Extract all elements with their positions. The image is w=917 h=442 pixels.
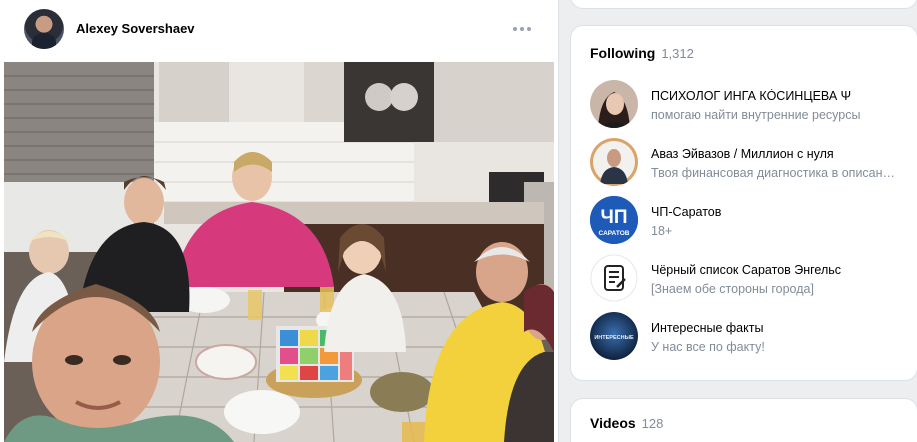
family-photo-illustration [4, 62, 554, 442]
following-header[interactable]: Following 1,312 [590, 45, 694, 61]
following-block: Following 1,312 ПСИХОЛОГ ИНГА КО́СИНЦЕВА … [571, 26, 917, 380]
videos-header[interactable]: Videos 128 [590, 415, 663, 431]
following-item-black-list[interactable]: Чёрный список Саратов Энгельс [Знаем обе… [590, 254, 910, 302]
following-item-name: ПСИХОЛОГ ИНГА КО́СИНЦЕВА Ψ [651, 89, 852, 103]
following-item-desc: помогаю найти внутренние ресурсы [651, 108, 861, 122]
following-item-psychologist[interactable]: ПСИХОЛОГ ИНГА КО́СИНЦЕВА Ψ помогаю найти… [590, 80, 910, 128]
videos-title: Videos [590, 415, 636, 431]
facts-logo-text: ИНТЕРЕСНЫЕ [594, 335, 634, 341]
following-item-name: Аваз Эйвазов / Миллион с нуля [651, 147, 834, 161]
list-logo-icon [590, 254, 638, 302]
following-title: Following [590, 45, 656, 61]
following-item-desc: 18+ [651, 224, 673, 238]
post-author-name[interactable]: Alexey Sovershaev [76, 21, 195, 36]
following-item-desc: Твоя финансовая диагностика в описании [651, 166, 896, 180]
following-item-name: Чёрный список Саратов Энгельс [651, 263, 842, 277]
chp-logo-text: ЧП [600, 207, 627, 228]
chp-logo-subtext: САРАТОВ [599, 230, 630, 237]
videos-count: 128 [641, 416, 664, 431]
following-item-name: Интересные факты [651, 321, 764, 335]
post-photo[interactable] [4, 62, 554, 442]
following-item-chp-saratov[interactable]: ЧП САРАТОВ ЧП-Саратов 18+ [590, 196, 910, 244]
sidebar-top-card [571, 0, 917, 8]
videos-block: Videos 128 [571, 399, 917, 442]
following-item-name: ЧП-Саратов [651, 205, 722, 219]
following-item-desc: [Знаем обе стороны города] [651, 282, 814, 296]
chp-saratov-logo-icon: ЧП САРАТОВ [590, 196, 638, 244]
post-header: Alexey Sovershaev [0, 0, 558, 60]
avatar [590, 80, 638, 128]
author-avatar[interactable] [24, 9, 64, 49]
avatar [590, 138, 638, 186]
facts-logo-icon: ИНТЕРЕСНЫЕ [590, 312, 638, 360]
more-options-icon[interactable] [510, 20, 534, 38]
post-card: Alexey Sovershaev [0, 0, 558, 442]
following-item-desc: У нас все по факту! [651, 340, 765, 354]
following-item-interesting-facts[interactable]: ИНТЕРЕСНЫЕ Интересные факты У нас все по… [590, 312, 910, 360]
following-item-avaz[interactable]: Аваз Эйвазов / Миллион с нуля Твоя финан… [590, 138, 910, 186]
following-count: 1,312 [661, 46, 694, 61]
